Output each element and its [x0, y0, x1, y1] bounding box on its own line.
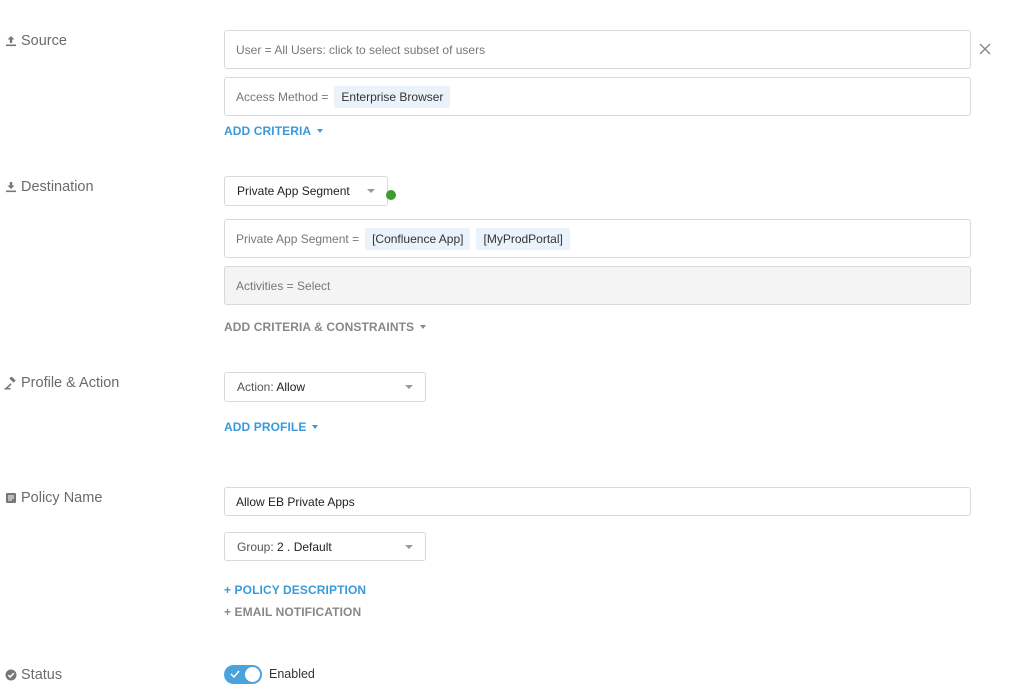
- chevron-down-icon: [405, 385, 413, 389]
- caret-down-icon: [312, 425, 319, 429]
- email-notification-text: + EMAIL NOTIFICATION: [224, 605, 362, 619]
- private-app-segment-field[interactable]: Private App Segment = [Confluence App] […: [224, 219, 971, 258]
- add-criteria-link[interactable]: ADD CRITERIA: [224, 124, 324, 138]
- email-notification-link[interactable]: + EMAIL NOTIFICATION: [224, 605, 361, 619]
- group-select-value: 2 . Default: [277, 539, 332, 554]
- add-profile-text: ADD PROFILE: [224, 420, 307, 434]
- action-select-label: Action:: [237, 380, 274, 394]
- destination-label: Destination: [4, 179, 94, 195]
- user-criteria-text: User = All Users: click to select subset…: [236, 42, 486, 57]
- source-label: Source: [4, 33, 67, 49]
- profile-action-label: Profile & Action: [4, 375, 119, 391]
- destination-type-value: Private App Segment: [237, 184, 350, 198]
- group-select-label: Group:: [237, 539, 274, 554]
- action-select-value: Allow: [276, 380, 306, 394]
- close-icon[interactable]: [978, 42, 992, 56]
- status-toggle-label: Enabled: [269, 667, 315, 681]
- policy-editor: Source User = All Users: click to select…: [0, 0, 1024, 689]
- upload-icon: [4, 35, 17, 48]
- access-method-label: Access Method =: [236, 89, 329, 104]
- access-method-field[interactable]: Access Method = Enterprise Browser: [224, 77, 971, 116]
- policy-name-label: Policy Name: [4, 490, 102, 506]
- status-label: Status: [4, 667, 62, 683]
- destination-type-select[interactable]: Private App Segment: [224, 176, 388, 206]
- policy-description-text: + POLICY DESCRIPTION: [224, 583, 367, 597]
- policy-name-label-text: Policy Name: [21, 490, 103, 506]
- segment-chip[interactable]: [MyProdPortal]: [476, 227, 570, 250]
- segment-label: Private App Segment =: [236, 231, 360, 246]
- user-criteria-field[interactable]: User = All Users: click to select subset…: [224, 30, 971, 69]
- access-method-chip[interactable]: Enterprise Browser: [334, 85, 451, 108]
- status-label-text: Status: [21, 667, 63, 683]
- profile-action-label-text: Profile & Action: [21, 375, 120, 391]
- download-icon: [4, 181, 17, 194]
- status-dot: [386, 190, 396, 200]
- destination-label-text: Destination: [21, 179, 94, 195]
- gavel-icon: [4, 376, 17, 390]
- activities-text: Activities = Select: [236, 278, 331, 293]
- group-select[interactable]: Group: 2 . Default: [224, 532, 426, 561]
- check-icon: [230, 670, 240, 679]
- add-criteria-text: ADD CRITERIA: [224, 124, 312, 138]
- add-profile-link[interactable]: ADD PROFILE: [224, 420, 319, 434]
- add-criteria-constraints-link[interactable]: ADD CRITERIA & CONSTRAINTS: [224, 320, 427, 334]
- activities-field[interactable]: Activities = Select: [224, 266, 971, 305]
- chevron-down-icon: [405, 544, 413, 549]
- caret-down-icon: [420, 325, 427, 329]
- policy-description-link[interactable]: + POLICY DESCRIPTION: [224, 583, 366, 597]
- check-circle-icon: [4, 669, 17, 682]
- policy-name-input[interactable]: Allow EB Private Apps: [224, 487, 971, 516]
- segment-chip[interactable]: [Confluence App]: [365, 227, 471, 250]
- document-icon: [4, 492, 17, 505]
- action-select[interactable]: Action: Allow: [224, 372, 426, 402]
- source-label-text: Source: [21, 33, 67, 49]
- caret-down-icon: [317, 129, 324, 133]
- chevron-down-icon: [367, 189, 375, 193]
- toggle-knob: [245, 667, 260, 682]
- status-toggle[interactable]: [224, 665, 262, 684]
- add-criteria-constraints-text: ADD CRITERIA & CONSTRAINTS: [224, 320, 415, 334]
- policy-name-value: Allow EB Private Apps: [236, 494, 355, 509]
